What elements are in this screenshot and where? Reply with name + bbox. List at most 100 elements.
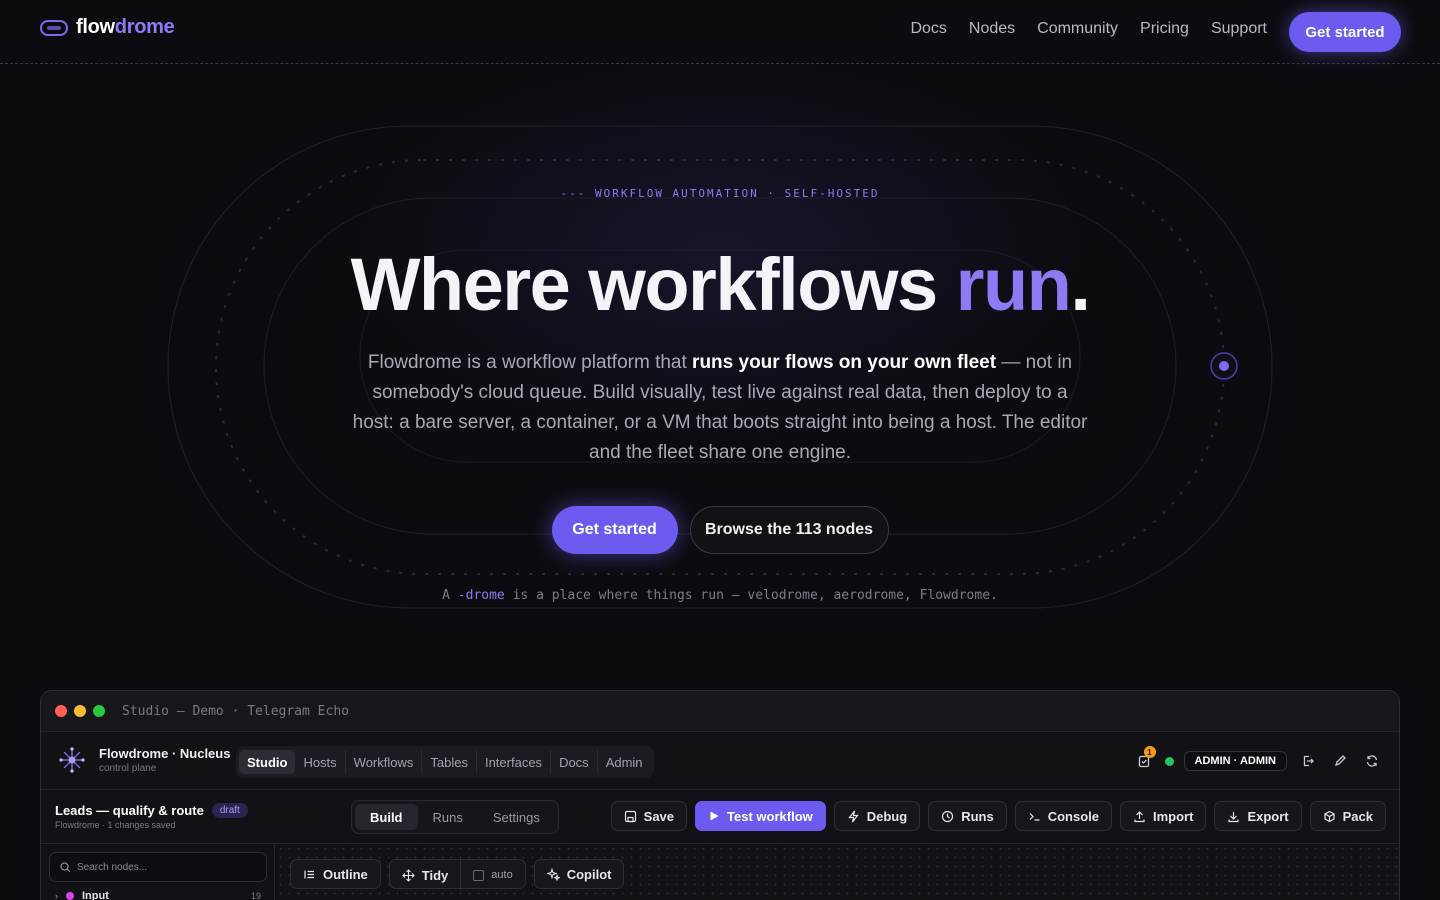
tidy-group: Tidy auto: [388, 859, 526, 890]
auto-toggle[interactable]: auto: [460, 860, 524, 890]
save-button[interactable]: Save: [610, 801, 688, 831]
console-button[interactable]: Console: [1014, 801, 1112, 831]
runs-label: Runs: [961, 808, 994, 824]
tab-tables[interactable]: Tables: [422, 750, 477, 774]
app-header: Flowdrome · Nucleus control plane Studio…: [41, 732, 1399, 790]
node-sidebar: › Input 19: [41, 844, 275, 900]
terminal-icon: [1029, 812, 1040, 821]
footnote-part2: is a place where things run — velodrome,…: [504, 588, 998, 603]
brand-name: Flowdrome · Nucleus: [99, 746, 231, 761]
move-icon: [402, 868, 415, 882]
lede-bold: runs your flows on your own fleet: [692, 352, 997, 373]
refresh-icon[interactable]: [1361, 750, 1383, 772]
auto-label: auto: [491, 869, 513, 881]
console-label: Console: [1047, 808, 1099, 824]
hero-eyebrow: --- WORKFLOW AUTOMATION · SELF-HOSTED: [560, 187, 880, 200]
save-icon: [624, 810, 636, 822]
package-icon: [1324, 810, 1335, 822]
window-maximize-dot[interactable]: [93, 705, 105, 717]
footnote-accent: -drome: [457, 588, 505, 603]
tab-workflows[interactable]: Workflows: [346, 750, 423, 774]
tab-studio[interactable]: Studio: [239, 750, 296, 774]
headline-accent: run: [955, 243, 1072, 326]
workflow-actions: Save Test workflow Debug Runs Console Im…: [610, 801, 1386, 831]
search-input[interactable]: [77, 861, 257, 873]
notification-badge: 1: [1143, 746, 1156, 758]
export-button[interactable]: Export: [1214, 801, 1302, 831]
pencil-icon[interactable]: [1329, 750, 1351, 772]
play-icon: [710, 811, 719, 821]
app-window-preview: Studio — Demo · Telegram Echo Flowdrome …: [40, 690, 1400, 900]
bolt-icon: [848, 810, 859, 822]
workflow-subtitle: Flowdrome · 1 changes saved: [55, 820, 176, 830]
window-titlebar: Studio — Demo · Telegram Echo: [41, 691, 1399, 732]
import-button[interactable]: Import: [1120, 801, 1207, 831]
browse-nodes-button[interactable]: Browse the 113 nodes: [689, 506, 889, 554]
app-tabs: Studio Hosts Workflows Tables Interfaces…: [236, 746, 654, 778]
headline-end: .: [1070, 243, 1091, 326]
user-badge[interactable]: ADMIN · ADMIN: [1183, 751, 1287, 771]
download-icon: [1228, 811, 1240, 822]
runs-button[interactable]: Runs: [928, 801, 1007, 831]
outline-label: Outline: [323, 866, 368, 882]
tab-interfaces[interactable]: Interfaces: [477, 750, 552, 774]
clipboard-icon[interactable]: 1: [1133, 746, 1156, 772]
workflow-title-block: Leads — qualify & route draft Flowdrome …: [55, 803, 248, 830]
sidebar-item-input[interactable]: › Input 19: [55, 890, 261, 900]
tab-docs[interactable]: Docs: [551, 750, 598, 774]
outline-button[interactable]: Outline: [290, 859, 381, 889]
copilot-label: Copilot: [566, 866, 612, 882]
mode-tab-runs[interactable]: Runs: [418, 804, 478, 830]
sidebar-item-count: 19: [250, 891, 261, 900]
window-close-dot[interactable]: [55, 705, 67, 717]
hero-buttons: Get started Browse the 113 nodes: [0, 506, 1440, 554]
status-badge: draft: [211, 803, 248, 818]
auto-checkbox[interactable]: [473, 869, 485, 881]
headline-main: Where workflows: [350, 243, 956, 326]
window-title: Studio — Demo · Telegram Echo: [122, 703, 349, 719]
workflow-toolbar: Leads — qualify & route draft Flowdrome …: [41, 790, 1399, 844]
canvas-tools: Outline Tidy auto Copilot: [290, 859, 625, 890]
workflow-name[interactable]: Leads — qualify & route: [55, 803, 204, 818]
header-right: 1 ADMIN · ADMIN: [1133, 746, 1383, 772]
pack-label: Pack: [1342, 808, 1373, 824]
nucleus-icon: [59, 747, 85, 773]
tidy-label: Tidy: [421, 867, 449, 883]
upload-icon: [1134, 810, 1145, 822]
search-box: [49, 852, 267, 882]
pack-button[interactable]: Pack: [1309, 801, 1386, 831]
lede-part1: Flowdrome is a workflow platform that: [367, 352, 693, 373]
search-icon: [60, 861, 71, 872]
category-dot-icon: [66, 892, 74, 900]
workflow-canvas[interactable]: Outline Tidy auto Copilot: [276, 844, 1399, 900]
import-label: Import: [1153, 808, 1194, 824]
debug-button[interactable]: Debug: [833, 801, 921, 831]
save-label: Save: [643, 808, 675, 824]
debug-label: Debug: [866, 808, 908, 824]
chevron-right-icon: ›: [55, 891, 58, 900]
sidebar-item-label: Input: [82, 890, 109, 900]
hero-description: Flowdrome is a workflow platform that ru…: [350, 348, 1090, 468]
window-minimize-dot[interactable]: [74, 705, 86, 717]
copilot-button[interactable]: Copilot: [533, 859, 625, 889]
history-icon: [942, 810, 954, 822]
footnote-part1: A: [442, 588, 458, 603]
logout-icon[interactable]: [1297, 750, 1319, 772]
hero-headline: Where workflows run.: [0, 242, 1440, 327]
hero-footnote: A -drome is a place where things run — v…: [0, 588, 1440, 603]
sparkle-icon: [546, 867, 560, 881]
hero-get-started-button[interactable]: Get started: [551, 506, 678, 554]
test-workflow-button[interactable]: Test workflow: [695, 801, 826, 831]
mode-tab-build[interactable]: Build: [355, 804, 418, 830]
test-workflow-label: Test workflow: [727, 808, 813, 824]
orbit-decoration: [167, 125, 1273, 609]
mode-tabs: Build Runs Settings: [351, 800, 559, 834]
brand-subtitle: control plane: [99, 763, 157, 774]
tab-admin[interactable]: Admin: [598, 750, 651, 774]
tidy-button[interactable]: Tidy: [390, 860, 461, 890]
app-brand[interactable]: Flowdrome · Nucleus control plane: [59, 746, 230, 774]
mode-tab-settings[interactable]: Settings: [478, 804, 555, 830]
status-live-dot: [1164, 756, 1174, 766]
outline-icon: [304, 870, 314, 878]
tab-hosts[interactable]: Hosts: [295, 750, 346, 774]
